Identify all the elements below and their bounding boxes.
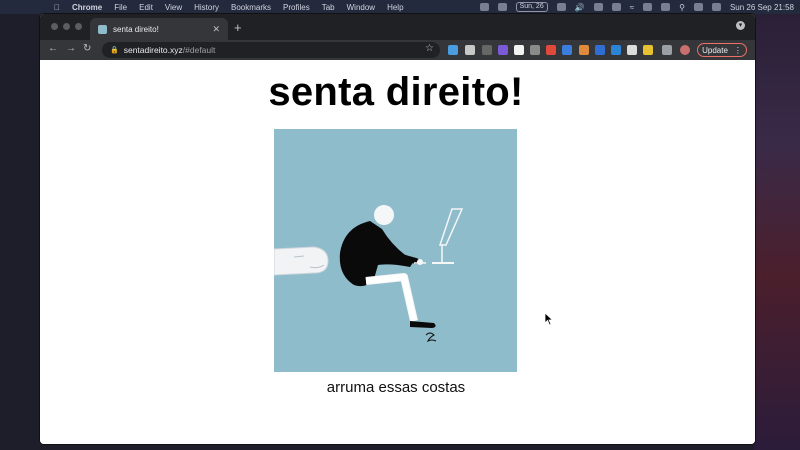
illustration-drawing (273, 205, 464, 343)
status-icon[interactable] (479, 3, 489, 11)
web-page: senta direito! arruma essas costas (40, 60, 755, 444)
extensions-puzzle-icon[interactable] (662, 45, 672, 55)
battery-icon[interactable] (611, 3, 621, 11)
close-window-button[interactable] (51, 23, 58, 30)
status-icon[interactable] (497, 3, 507, 11)
menu-history[interactable]: History (194, 3, 219, 12)
browser-toolbar: ← → ↻ 🔒 sentadireito.xyz /#default ☆ Upd… (40, 40, 755, 60)
apple-icon[interactable]:  (52, 3, 62, 12)
extension-icon[interactable] (643, 45, 653, 55)
control-center-icon[interactable] (693, 3, 703, 11)
search-icon[interactable]: ⚲ (679, 3, 685, 12)
close-tab-icon[interactable]: ✕ (212, 24, 220, 35)
extension-icon[interactable] (562, 45, 572, 55)
minimize-window-button[interactable] (63, 23, 70, 30)
status-icon[interactable] (556, 3, 566, 11)
update-label: Update (702, 45, 728, 55)
menu-tab[interactable]: Tab (322, 3, 335, 12)
siri-icon[interactable] (711, 3, 721, 11)
new-tab-icon[interactable]: + (234, 20, 242, 35)
extension-icon[interactable] (611, 45, 621, 55)
more-options-icon[interactable]: ⋮ (734, 46, 742, 55)
menu-bar-clock[interactable]: Sun 26 Sep 21:58 (730, 3, 794, 12)
cloud-icon[interactable] (643, 3, 653, 11)
back-icon[interactable]: ← (48, 43, 58, 54)
extension-icon[interactable] (530, 45, 540, 55)
zoom-window-button[interactable] (75, 23, 82, 30)
reload-icon[interactable]: ↻ (83, 43, 91, 54)
wifi-icon[interactable]: ≈ (630, 3, 634, 12)
update-button[interactable]: Update ⋮ (697, 43, 747, 57)
extension-icon[interactable] (465, 45, 475, 55)
volume-icon[interactable]: 🔊 (575, 3, 585, 12)
mac-menu-bar:  Chrome File Edit View History Bookmark… (0, 0, 800, 14)
extension-icon[interactable] (595, 45, 605, 55)
extension-icon[interactable] (546, 45, 556, 55)
extension-icon[interactable] (498, 45, 508, 55)
browser-window: senta direito! ✕ + ▾ ← → ↻ 🔒 sentadireit… (40, 14, 755, 444)
url-domain: sentadireito.xyz (123, 45, 183, 55)
menu-profiles[interactable]: Profiles (283, 3, 310, 12)
extension-icon[interactable] (482, 45, 492, 55)
site-favicon-icon (98, 24, 107, 34)
menu-help[interactable]: Help (387, 3, 403, 12)
tab-title: senta direito! (113, 24, 159, 34)
date-badge[interactable]: Sun, 26 (515, 2, 548, 12)
menu-edit[interactable]: Edit (139, 3, 153, 12)
profile-avatar[interactable] (680, 45, 690, 55)
extension-icon[interactable] (579, 45, 589, 55)
menu-view[interactable]: View (165, 3, 182, 12)
status-icon[interactable] (593, 3, 603, 11)
page-caption: arruma essas costas (326, 379, 466, 396)
mouse-pointer-icon (544, 312, 554, 326)
extension-icon[interactable] (448, 45, 458, 55)
address-bar[interactable]: 🔒 sentadireito.xyz /#default (102, 42, 440, 58)
forward-icon[interactable]: → (66, 43, 76, 54)
tab-senta-direito[interactable]: senta direito! ✕ (90, 18, 228, 40)
menu-bar-status-area: Sun, 26 🔊 ≈ ⚲ Sun 26 Sep 21:58 (479, 0, 794, 14)
page-title: senta direito! (268, 70, 524, 114)
status-icon[interactable] (661, 3, 671, 11)
menu-app-name[interactable]: Chrome (72, 3, 102, 12)
extension-icon[interactable] (627, 45, 637, 55)
menu-bookmarks[interactable]: Bookmarks (231, 3, 271, 12)
desktop-wallpaper (754, 14, 800, 450)
tab-strip: senta direito! ✕ + ▾ (40, 14, 755, 40)
tab-search-icon[interactable]: ▾ (736, 21, 745, 30)
lock-icon[interactable]: 🔒 (110, 46, 119, 54)
menu-file[interactable]: File (114, 3, 127, 12)
bookmark-star-icon[interactable]: ☆ (425, 43, 434, 54)
url-path: /#default (182, 45, 216, 55)
extension-icon[interactable] (514, 45, 524, 55)
posture-illustration (273, 129, 517, 372)
menu-window[interactable]: Window (347, 3, 375, 12)
